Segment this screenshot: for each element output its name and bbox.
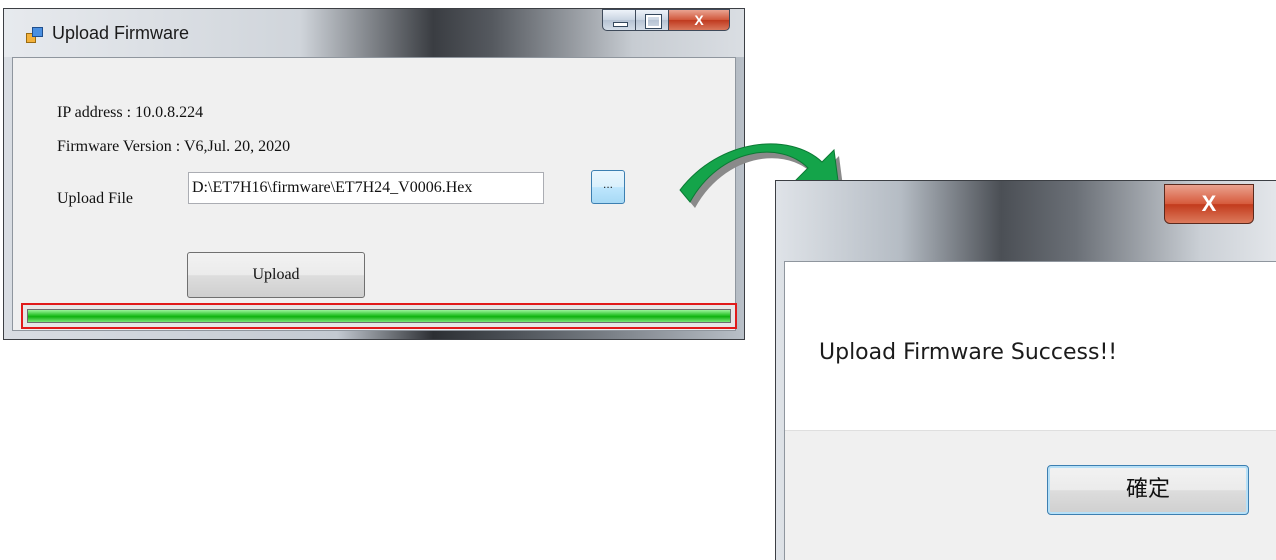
upload-button[interactable]: Upload <box>187 252 365 298</box>
close-icon: X <box>1201 191 1217 216</box>
success-message-box: X Upload Firmware Success!! 確定 <box>775 180 1276 560</box>
app-icon <box>26 27 43 43</box>
upload-file-label: Upload File <box>57 190 133 207</box>
progress-fill <box>28 310 730 322</box>
message-close-button[interactable]: X <box>1164 184 1254 224</box>
close-button[interactable]: X <box>668 9 730 31</box>
minimize-icon <box>613 22 628 27</box>
maximize-button[interactable] <box>635 9 669 31</box>
firmware-version-label: Firmware Version : V6,Jul. 20, 2020 <box>57 138 291 155</box>
message-body: Upload Firmware Success!! 確定 <box>784 261 1276 560</box>
ip-address-label: IP address : 10.0.8.224 <box>57 104 204 121</box>
ok-button[interactable]: 確定 <box>1047 465 1249 515</box>
message-footer: 確定 <box>785 430 1276 560</box>
close-icon: X <box>694 12 704 28</box>
minimize-button[interactable] <box>602 9 636 31</box>
success-message-text: Upload Firmware Success!! <box>819 340 1118 365</box>
caption-buttons: X <box>602 9 730 33</box>
upload-file-input[interactable]: D:\ET7H16\firmware\ET7H24_V0006.Hex <box>188 172 544 204</box>
upload-progress-bar <box>27 309 731 323</box>
window-title: Upload Firmware <box>52 23 190 43</box>
title-bar[interactable]: Upload Firmware X <box>4 9 744 57</box>
upload-firmware-window: Upload Firmware X IP address : 10.0.8.22… <box>3 8 745 340</box>
browse-button[interactable]: ... <box>591 170 625 204</box>
progress-highlight <box>21 303 737 329</box>
window-client-area: IP address : 10.0.8.224 Firmware Version… <box>12 57 737 331</box>
maximize-icon <box>645 14 662 29</box>
